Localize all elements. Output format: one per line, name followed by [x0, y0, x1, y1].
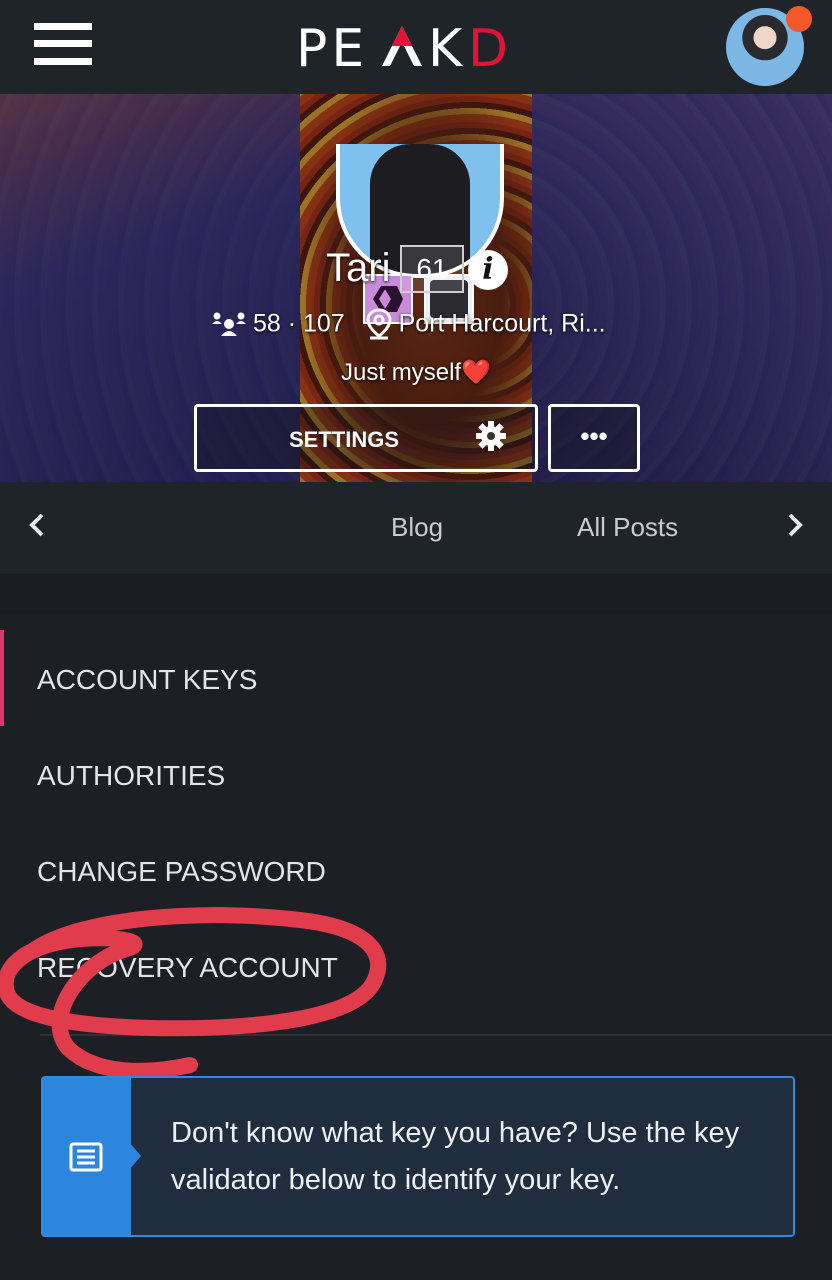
location-pin-icon: [366, 308, 392, 340]
settings-label: SETTINGS: [289, 427, 400, 452]
svg-text:K: K: [428, 19, 466, 76]
chevron-right-icon[interactable]: [786, 512, 804, 538]
key-validator-notice: Don't know what key you have? Use the ke…: [41, 1076, 795, 1237]
following-count[interactable]: 107: [303, 310, 345, 338]
profile-stats: 58 · 107 Port Harcourt, Ri...: [212, 308, 606, 340]
document-icon: [69, 1142, 103, 1172]
info-icon[interactable]: i: [468, 250, 508, 290]
notice-text: Don't know what key you have? Use the ke…: [171, 1117, 740, 1196]
settings-button[interactable]: SETTINGS: [194, 404, 538, 472]
location-text: Port Harcourt, Ri...: [398, 309, 606, 338]
profile-bio: Just myself❤️: [341, 359, 491, 386]
top-navbar: PE K D: [0, 0, 832, 94]
followers-icon[interactable]: [212, 310, 246, 338]
active-indicator: [0, 630, 4, 726]
notification-dot[interactable]: [786, 6, 812, 32]
peakd-logo[interactable]: PE K D: [0, 16, 832, 89]
chevron-left-icon[interactable]: [28, 512, 46, 538]
section-gap: [0, 574, 832, 614]
menu-item-account-keys[interactable]: ACCOUNT KEYS: [37, 664, 257, 696]
profile-cover: Tari 61 i 58 · 107 Port Harcourt, Ri... …: [0, 94, 832, 482]
profile-tabs-bar: Blog All Posts: [0, 482, 832, 574]
menu-item-change-password[interactable]: CHANGE PASSWORD: [37, 856, 326, 888]
svg-text:PE: PE: [296, 19, 368, 76]
profile-name[interactable]: Tari: [326, 246, 390, 291]
reputation-badge: 61: [400, 245, 464, 293]
notice-icon-panel: [43, 1078, 141, 1235]
tab-all-posts[interactable]: All Posts: [577, 512, 678, 543]
gear-icon: [476, 421, 506, 451]
more-options-button[interactable]: •••: [548, 404, 640, 472]
tab-blog[interactable]: Blog: [391, 512, 443, 543]
menu-item-authorities[interactable]: AUTHORITIES: [37, 760, 225, 792]
red-circle-annotation: [0, 907, 387, 1079]
svg-text:D: D: [468, 19, 512, 76]
followers-count[interactable]: 58: [253, 310, 281, 338]
